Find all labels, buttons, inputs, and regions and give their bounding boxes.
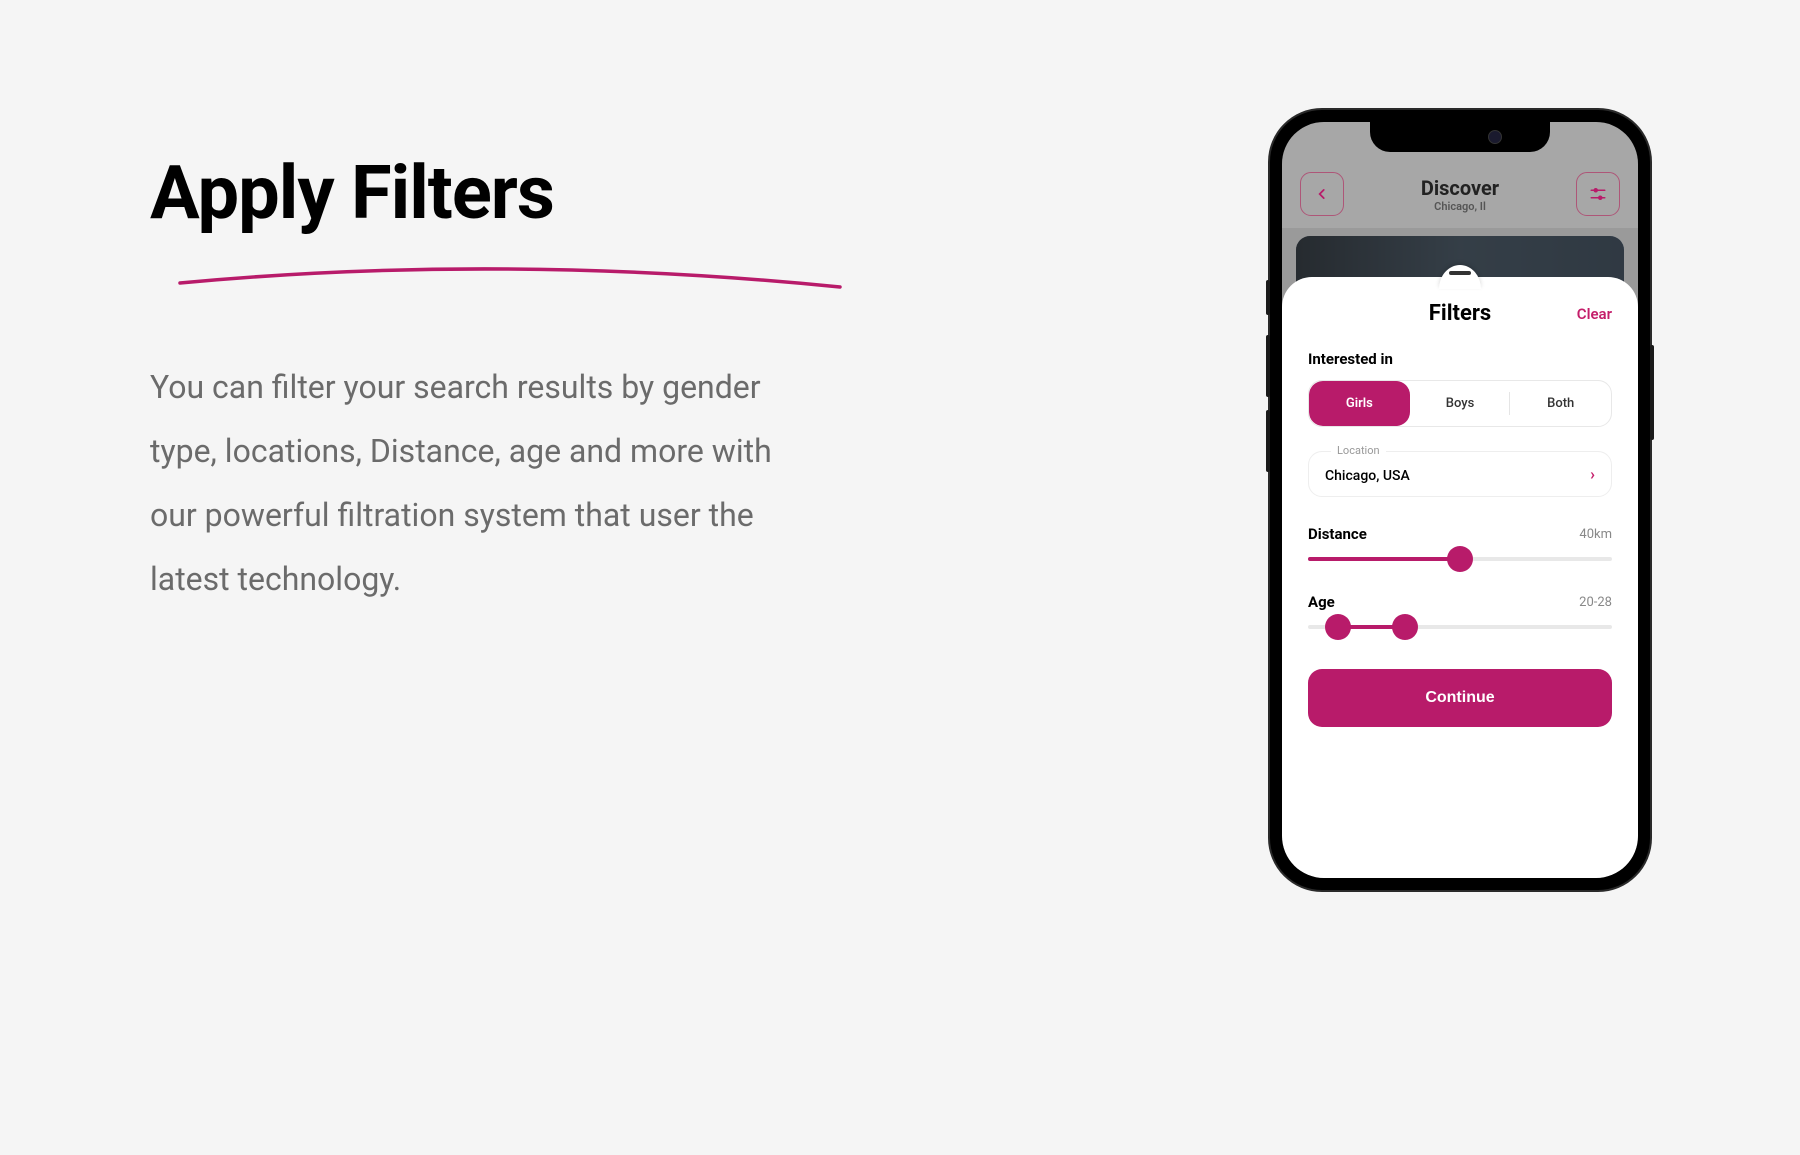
phone-side-button [1650,345,1654,440]
clear-button[interactable]: Clear [1577,305,1612,323]
back-button[interactable] [1300,172,1344,216]
age-label: Age [1308,593,1335,611]
hero-text-block: Apply Filters You can filter your search… [150,110,1210,890]
interested-in-segmented[interactable]: Girls Boys Both [1308,380,1612,427]
distance-slider-thumb[interactable] [1447,546,1473,572]
phone-side-button [1266,410,1270,472]
segment-boys[interactable]: Boys [1410,381,1511,426]
phone-side-button [1266,335,1270,397]
sheet-header: Filters Clear [1308,301,1612,326]
location-float-label: Location [1331,444,1386,457]
location-value: Chicago, USA [1325,462,1595,484]
age-slider[interactable] [1308,625,1612,629]
interested-in-label: Interested in [1308,350,1612,368]
page-container: Apply Filters You can filter your search… [150,110,1650,890]
phone-camera [1488,130,1502,144]
age-slider-thumb-low[interactable] [1325,614,1351,640]
page-description: You can filter your search results by ge… [150,355,780,611]
distance-slider-fill [1308,557,1460,561]
filter-sheet: Filters Clear Interested in Girls Boys B… [1282,277,1638,878]
page-title: Apply Filters [150,150,1210,237]
sheet-drag-handle[interactable] [1449,271,1471,275]
age-value: 20-28 [1579,595,1612,610]
chevron-left-icon [1315,187,1329,201]
phone-notch [1370,122,1550,152]
header-title: Discover [1421,176,1499,200]
age-slider-thumb-high[interactable] [1392,614,1418,640]
distance-row: Distance 40km [1308,525,1612,543]
phone-side-button [1266,280,1270,315]
location-field[interactable]: Location Chicago, USA › [1308,451,1612,497]
distance-slider[interactable] [1308,557,1612,561]
distance-label: Distance [1308,525,1367,543]
distance-value: 40km [1579,527,1612,542]
sliders-icon [1589,185,1607,203]
filter-button[interactable] [1576,172,1620,216]
underline-decoration [150,245,850,305]
segment-both[interactable]: Both [1510,381,1611,426]
continue-button[interactable]: Continue [1308,669,1612,727]
age-row: Age 20-28 [1308,593,1612,611]
segment-girls[interactable]: Girls [1309,381,1410,426]
chevron-right-icon: › [1590,465,1595,484]
header-center: Discover Chicago, Il [1421,176,1499,213]
phone-screen: Discover Chicago, Il [1282,122,1638,878]
phone-mockup: Discover Chicago, Il [1270,110,1650,890]
header-subtitle: Chicago, Il [1421,200,1499,213]
sheet-title: Filters [1429,301,1491,326]
